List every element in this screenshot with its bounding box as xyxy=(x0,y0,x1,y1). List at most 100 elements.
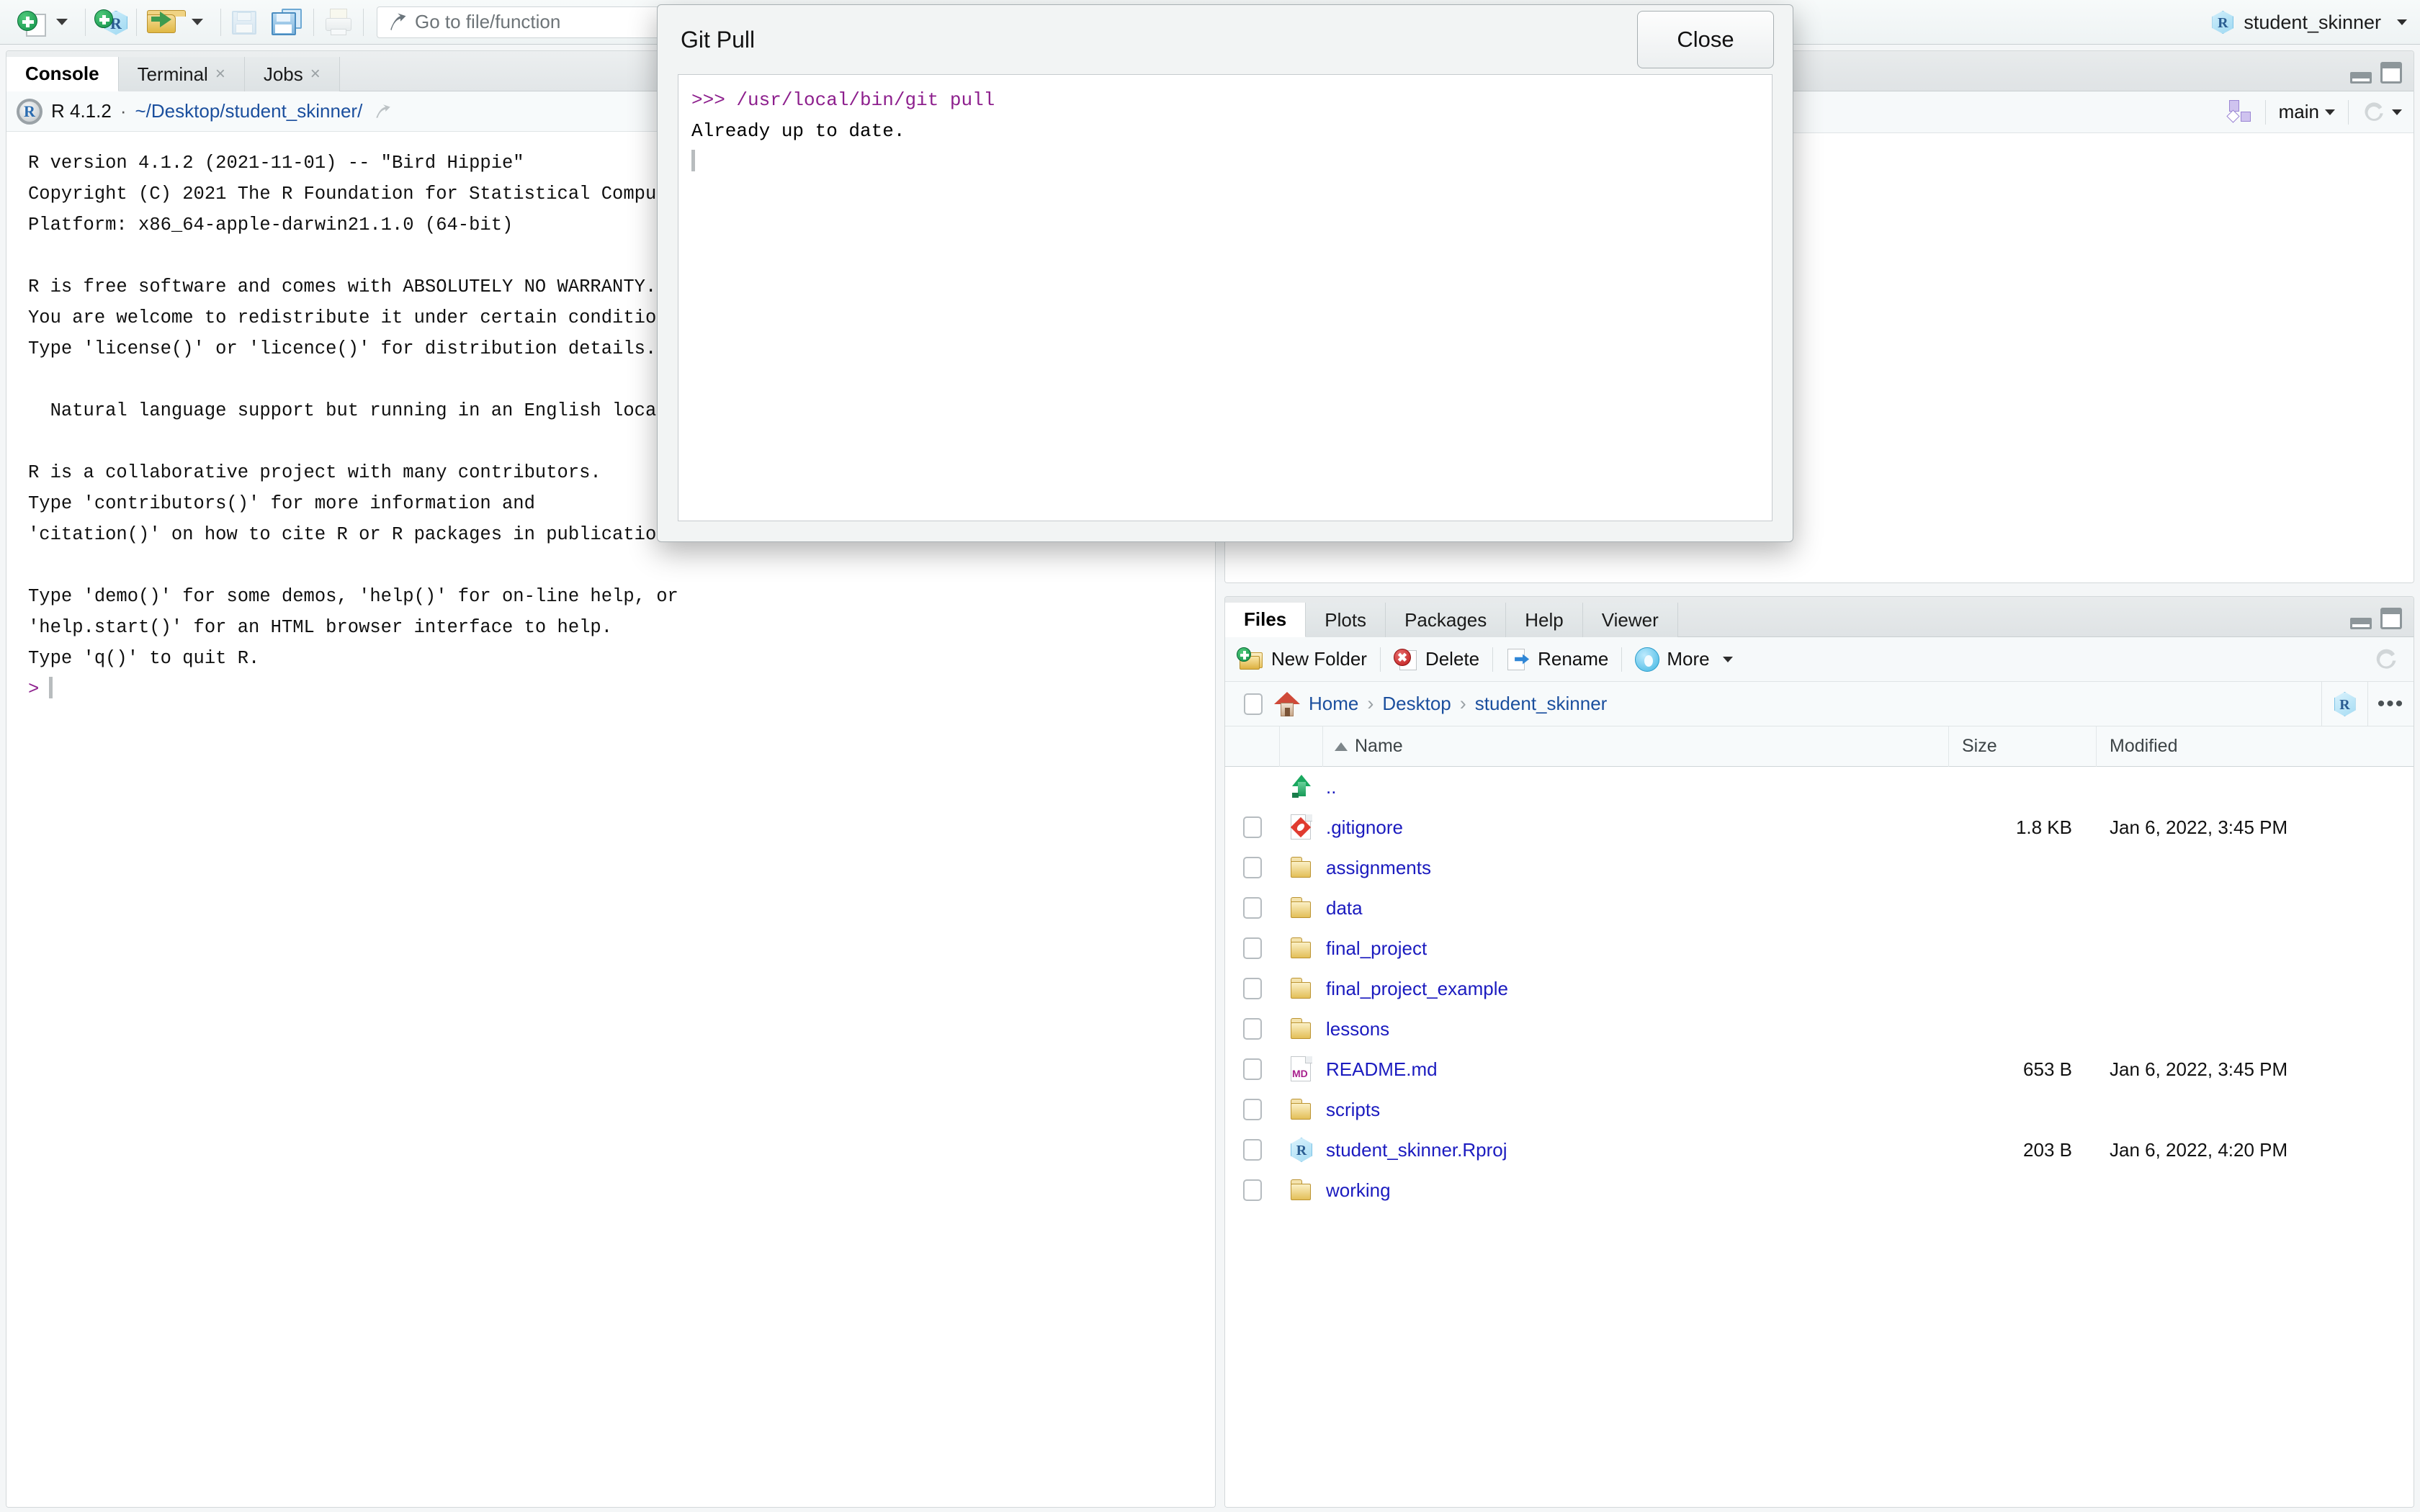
close-icon[interactable]: × xyxy=(215,64,225,84)
open-file-dropdown-caret[interactable] xyxy=(192,19,203,25)
file-link[interactable]: lessons xyxy=(1326,1018,1389,1040)
table-row[interactable]: final_project xyxy=(1225,928,2414,968)
file-link[interactable]: final_project_example xyxy=(1326,978,1508,1000)
git-pull-dialog: Git Pull Close >>> /usr/local/bin/git pu… xyxy=(657,4,1793,542)
file-link[interactable]: assignments xyxy=(1326,857,1431,879)
row-checkbox[interactable] xyxy=(1243,897,1262,919)
save-button[interactable] xyxy=(230,0,259,45)
column-header-size[interactable]: Size xyxy=(1949,726,2097,767)
file-link[interactable]: .gitignore xyxy=(1326,816,1403,839)
minimize-icon[interactable] xyxy=(2350,72,2372,84)
table-row[interactable]: .. xyxy=(1225,767,2414,807)
tab-help[interactable]: Help xyxy=(1506,603,1583,637)
file-link[interactable]: README.md xyxy=(1326,1058,1438,1081)
breadcrumb-desktop[interactable]: Desktop xyxy=(1382,693,1451,715)
more-button[interactable]: More xyxy=(1635,647,1745,672)
breadcrumb-separator: › xyxy=(1459,693,1466,714)
branch-name-label[interactable]: main xyxy=(2279,101,2319,123)
table-row[interactable]: final_project_example xyxy=(1225,968,2414,1009)
table-row[interactable]: scripts xyxy=(1225,1089,2414,1130)
home-icon[interactable] xyxy=(1274,691,1300,716)
tab-plots[interactable]: Plots xyxy=(1306,603,1386,637)
tab-viewer[interactable]: Viewer xyxy=(1582,603,1678,637)
maximize-icon[interactable] xyxy=(2380,62,2402,84)
row-size-cell: 203 B xyxy=(2023,1138,2072,1161)
show-in-finder-icon[interactable] xyxy=(372,102,394,121)
new-file-dropdown-caret[interactable] xyxy=(56,19,68,25)
row-checkbox[interactable] xyxy=(1243,1139,1262,1161)
close-icon[interactable]: × xyxy=(310,64,321,84)
row-modified-cell: Jan 6, 2022, 3:45 PM xyxy=(2110,816,2288,838)
tab-help-label: Help xyxy=(1525,608,1564,631)
table-row[interactable]: lessons xyxy=(1225,1009,2414,1049)
select-all-checkbox[interactable] xyxy=(1244,693,1263,715)
file-link[interactable]: scripts xyxy=(1326,1099,1380,1121)
row-checkbox[interactable] xyxy=(1243,816,1262,838)
refresh-icon[interactable] xyxy=(2362,100,2386,125)
row-checkbox[interactable] xyxy=(1243,978,1262,999)
file-link[interactable]: final_project xyxy=(1326,937,1427,960)
tab-packages[interactable]: Packages xyxy=(1386,603,1507,637)
goto-file-placeholder: Go to file/function xyxy=(415,11,561,32)
folder-icon xyxy=(1289,1099,1314,1120)
row-checkbox[interactable] xyxy=(1243,1058,1262,1080)
refresh-icon[interactable] xyxy=(2373,647,2399,672)
row-checkbox[interactable] xyxy=(1243,1099,1262,1120)
file-link[interactable]: student_skinner.Rproj xyxy=(1326,1139,1507,1161)
goto-file-function-input[interactable]: Go to file/function xyxy=(377,6,665,38)
close-button[interactable]: Close xyxy=(1637,11,1774,68)
table-row[interactable]: .gitignore 1.8 KB Jan 6, 2022, 3:45 PM xyxy=(1225,807,2414,847)
row-name-cell: .. xyxy=(1323,776,1949,798)
breadcrumb-home[interactable]: Home xyxy=(1309,693,1358,715)
table-row[interactable]: working xyxy=(1225,1170,2414,1210)
tab-console[interactable]: Console xyxy=(6,57,119,91)
goto-project-button[interactable]: R xyxy=(2321,682,2367,726)
row-checkbox[interactable] xyxy=(1243,857,1262,878)
breadcrumb-current[interactable]: student_skinner xyxy=(1475,693,1608,715)
table-row[interactable]: data xyxy=(1225,888,2414,928)
tab-terminal[interactable]: Terminal × xyxy=(118,57,245,91)
toolbar-divider xyxy=(1621,647,1623,672)
tab-jobs[interactable]: Jobs × xyxy=(244,57,340,91)
row-modified-cell: Jan 6, 2022, 3:45 PM xyxy=(2110,1058,2288,1080)
files-window-buttons xyxy=(2350,608,2402,629)
table-row[interactable]: MD README.md 653 B Jan 6, 2022, 3:45 PM xyxy=(1225,1049,2414,1089)
chevron-down-icon[interactable] xyxy=(2325,109,2335,115)
folder-icon xyxy=(1289,1018,1314,1040)
new-folder-button[interactable]: New Folder xyxy=(1237,647,1380,672)
new-file-button[interactable] xyxy=(10,0,76,45)
minimize-icon[interactable] xyxy=(2350,618,2372,629)
tab-files[interactable]: Files xyxy=(1225,603,1307,637)
file-link[interactable]: data xyxy=(1326,897,1363,919)
chevron-down-icon[interactable] xyxy=(2392,109,2402,115)
file-link[interactable]: .. xyxy=(1326,776,1336,798)
save-all-button[interactable] xyxy=(270,0,305,45)
column-header-name[interactable]: Name xyxy=(1323,726,1949,767)
toolbar-divider xyxy=(1379,647,1381,672)
new-project-button[interactable]: R xyxy=(94,0,127,45)
working-directory-label[interactable]: ~/Desktop/student_skinner/ xyxy=(135,100,363,122)
row-checkbox[interactable] xyxy=(1243,937,1262,959)
breadcrumb-overflow-button[interactable]: ••• xyxy=(2367,682,2414,726)
row-name-cell: student_skinner.Rproj xyxy=(1323,1139,1949,1161)
project-menu[interactable]: R student_skinner xyxy=(2212,0,2407,45)
tab-terminal-label: Terminal xyxy=(137,63,208,85)
table-row[interactable]: Rstudent_skinner.Rproj 203 B Jan 6, 2022, … xyxy=(1225,1130,2414,1170)
rename-button[interactable]: Rename xyxy=(1506,647,1621,672)
row-checkbox[interactable] xyxy=(1243,1018,1262,1040)
row-name-cell: lessons xyxy=(1323,1018,1949,1040)
delete-button[interactable]: ✖ Delete xyxy=(1393,647,1492,672)
folder-icon xyxy=(1289,978,1314,999)
chevron-down-icon[interactable] xyxy=(1722,656,1733,662)
row-icon-cell xyxy=(1280,1179,1323,1201)
row-checkbox[interactable] xyxy=(1243,1179,1262,1201)
folder-icon xyxy=(1289,1179,1314,1201)
print-button[interactable] xyxy=(323,0,354,45)
chevron-down-icon[interactable] xyxy=(2397,19,2407,25)
file-link[interactable]: working xyxy=(1326,1179,1391,1202)
column-header-modified[interactable]: Modified xyxy=(2097,726,2414,767)
table-row[interactable]: assignments xyxy=(1225,847,2414,888)
maximize-icon[interactable] xyxy=(2380,608,2402,629)
open-file-button[interactable] xyxy=(145,0,212,45)
save-icon xyxy=(230,8,259,37)
